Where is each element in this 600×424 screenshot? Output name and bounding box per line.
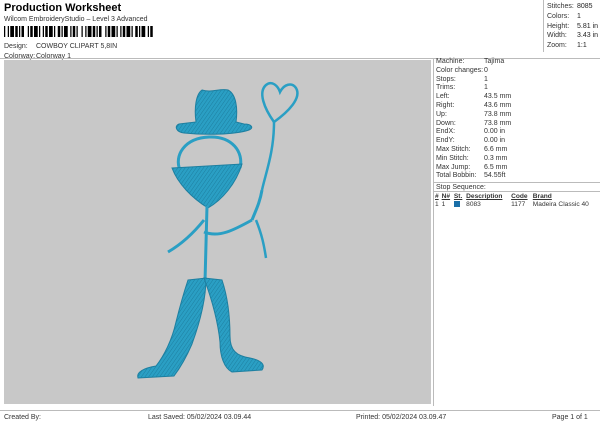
- info-value: 0.00 in: [484, 128, 506, 136]
- info-value: 73.8 mm: [484, 119, 512, 127]
- info-right: Right: 43.6 mm: [436, 102, 600, 111]
- row-stop: 1: [435, 201, 439, 209]
- row-code: 1177: [511, 201, 526, 209]
- machine-info: Machine: Tajima Color changes: 0 Stops: 1 T…: [434, 58, 600, 181]
- info-value: 1: [484, 84, 488, 92]
- stat-label: Height:: [547, 22, 570, 30]
- info-label: Stops:: [436, 75, 456, 83]
- info-label: Up:: [436, 110, 447, 118]
- row-description: 8083: [466, 201, 481, 209]
- info-label: Left:: [436, 93, 450, 101]
- stat-stitches: Stitches: 8085: [547, 2, 600, 12]
- stat-label: Zoom:: [547, 42, 567, 50]
- col-code: Code: [511, 193, 528, 201]
- stop-sequence-title: Stop Sequence:: [434, 182, 600, 193]
- info-value: 6.5 mm: [484, 163, 508, 171]
- design-preview: [4, 60, 431, 404]
- info-stops: Stops: 1: [436, 76, 600, 85]
- stat-value: 8085: [577, 3, 593, 10]
- col-stitch: St.: [453, 193, 463, 201]
- info-label: Max Stitch:: [436, 145, 471, 153]
- barcode-icon: [4, 26, 153, 37]
- info-label: Min Stitch:: [436, 154, 469, 162]
- info-min-stitch: Min Stitch: 0.3 mm: [436, 155, 600, 164]
- design-meta: Design: COWBOY CLIPART 5,8IN Colorway: C…: [4, 42, 117, 62]
- info-value: 0: [484, 66, 488, 74]
- design-value: COWBOY CLIPART 5,8IN: [36, 43, 118, 50]
- stat-value: 3.43 in: [577, 32, 599, 40]
- info-value: 0.3 mm: [484, 154, 508, 162]
- machine-info-panel: Machine: Tajima Color changes: 0 Stops: 1 T…: [433, 58, 600, 406]
- row-brand: Madeira Classic 40: [532, 201, 589, 209]
- info-label: Right:: [436, 101, 455, 109]
- barcode: ,: [4, 26, 156, 38]
- stat-width: Width: 3.43 in: [547, 31, 600, 41]
- footer: Created By: Last Saved: 05/02/2024 03.09…: [0, 410, 600, 424]
- row-stitch: [453, 201, 465, 208]
- info-value: 0.00 in: [484, 137, 506, 145]
- thread-color-swatch: [453, 201, 460, 208]
- info-label: Down:: [436, 119, 456, 127]
- info-down: Down: 73.8 mm: [436, 120, 600, 129]
- col-description: Description: [466, 193, 503, 201]
- cowboy-stick-figure-embroidery: [137, 81, 299, 379]
- table-row: 1 1 8083 1177 Madeira Classic 40: [434, 201, 600, 208]
- stat-zoom: Zoom: 1:1: [547, 41, 600, 51]
- stat-colors: Colors: 1: [547, 12, 600, 22]
- info-label: Max Jump:: [436, 163, 471, 171]
- info-value: 43.5 mm: [484, 93, 512, 101]
- info-endx: EndX: 0.00 in: [436, 128, 600, 137]
- row-needle: 1: [441, 201, 446, 209]
- created-by: Created By:: [4, 414, 41, 421]
- info-label: Total Bobbin:: [436, 172, 477, 180]
- info-up: Up: 73.8 mm: [436, 111, 600, 120]
- design-label: Design:: [4, 43, 28, 50]
- info-endy: EndY: 0.00 in: [436, 137, 600, 146]
- stat-value: 5.81 in: [577, 22, 599, 30]
- col-needle: N#: [441, 193, 451, 201]
- chaps-legs: [137, 277, 264, 379]
- stat-label: Colors:: [547, 12, 570, 20]
- balloon-string: [254, 81, 299, 259]
- stat-value: 1:1: [577, 42, 587, 50]
- info-trims: Trims: 1: [436, 84, 600, 93]
- info-color-changes: Color changes: 0: [436, 67, 600, 76]
- design-row: Design: COWBOY CLIPART 5,8IN: [4, 42, 117, 52]
- printed-date: Printed: 05/02/2024 03.09.47: [356, 414, 447, 421]
- info-machine: Machine: Tajima: [436, 58, 600, 67]
- design-stats: Stitches: 8085 Colors: 1 Height: 5.81 in Wi…: [543, 0, 600, 52]
- bandana: [171, 163, 243, 209]
- info-value: 1: [484, 75, 488, 83]
- stat-label: Stitches:: [547, 3, 574, 10]
- software-name: Wilcom EmbroideryStudio – Level 3 Advanc…: [4, 16, 148, 23]
- cowboy-hat: [175, 89, 253, 135]
- col-stop: #: [435, 193, 439, 201]
- worksheet-title: Production Worksheet: [4, 2, 122, 14]
- stat-height: Height: 5.81 in: [547, 22, 600, 32]
- info-value: 43.6 mm: [484, 101, 512, 109]
- stat-label: Width:: [547, 32, 567, 40]
- info-left: Left: 43.5 mm: [436, 93, 600, 102]
- last-saved: Last Saved: 05/02/2024 03.09.44: [148, 414, 252, 421]
- info-label: Trims:: [436, 84, 456, 92]
- info-label: Machine:: [436, 58, 465, 65]
- stat-value: 1: [577, 12, 581, 20]
- col-brand: Brand: [532, 193, 552, 201]
- info-value: Tajima: [484, 58, 505, 65]
- barcode-mark: ,: [128, 27, 131, 38]
- info-max-jump: Max Jump: 6.5 mm: [436, 164, 600, 173]
- info-label: EndX:: [436, 128, 456, 136]
- info-label: EndY:: [436, 137, 455, 145]
- info-value: 6.6 mm: [484, 145, 508, 153]
- info-value: 54.55ft: [484, 172, 506, 180]
- stop-sequence-header: # N# St. Description Code Brand: [434, 192, 600, 201]
- page-number: Page 1 of 1: [552, 414, 588, 421]
- stop-sequence-table: # N# St. Description Code Brand 1 1 8083…: [434, 192, 600, 208]
- info-value: 73.8 mm: [484, 110, 512, 118]
- info-label: Color changes:: [436, 66, 484, 74]
- info-max-stitch: Max Stitch: 6.6 mm: [436, 146, 600, 155]
- info-total-bobbin: Total Bobbin: 54.55ft: [436, 172, 600, 181]
